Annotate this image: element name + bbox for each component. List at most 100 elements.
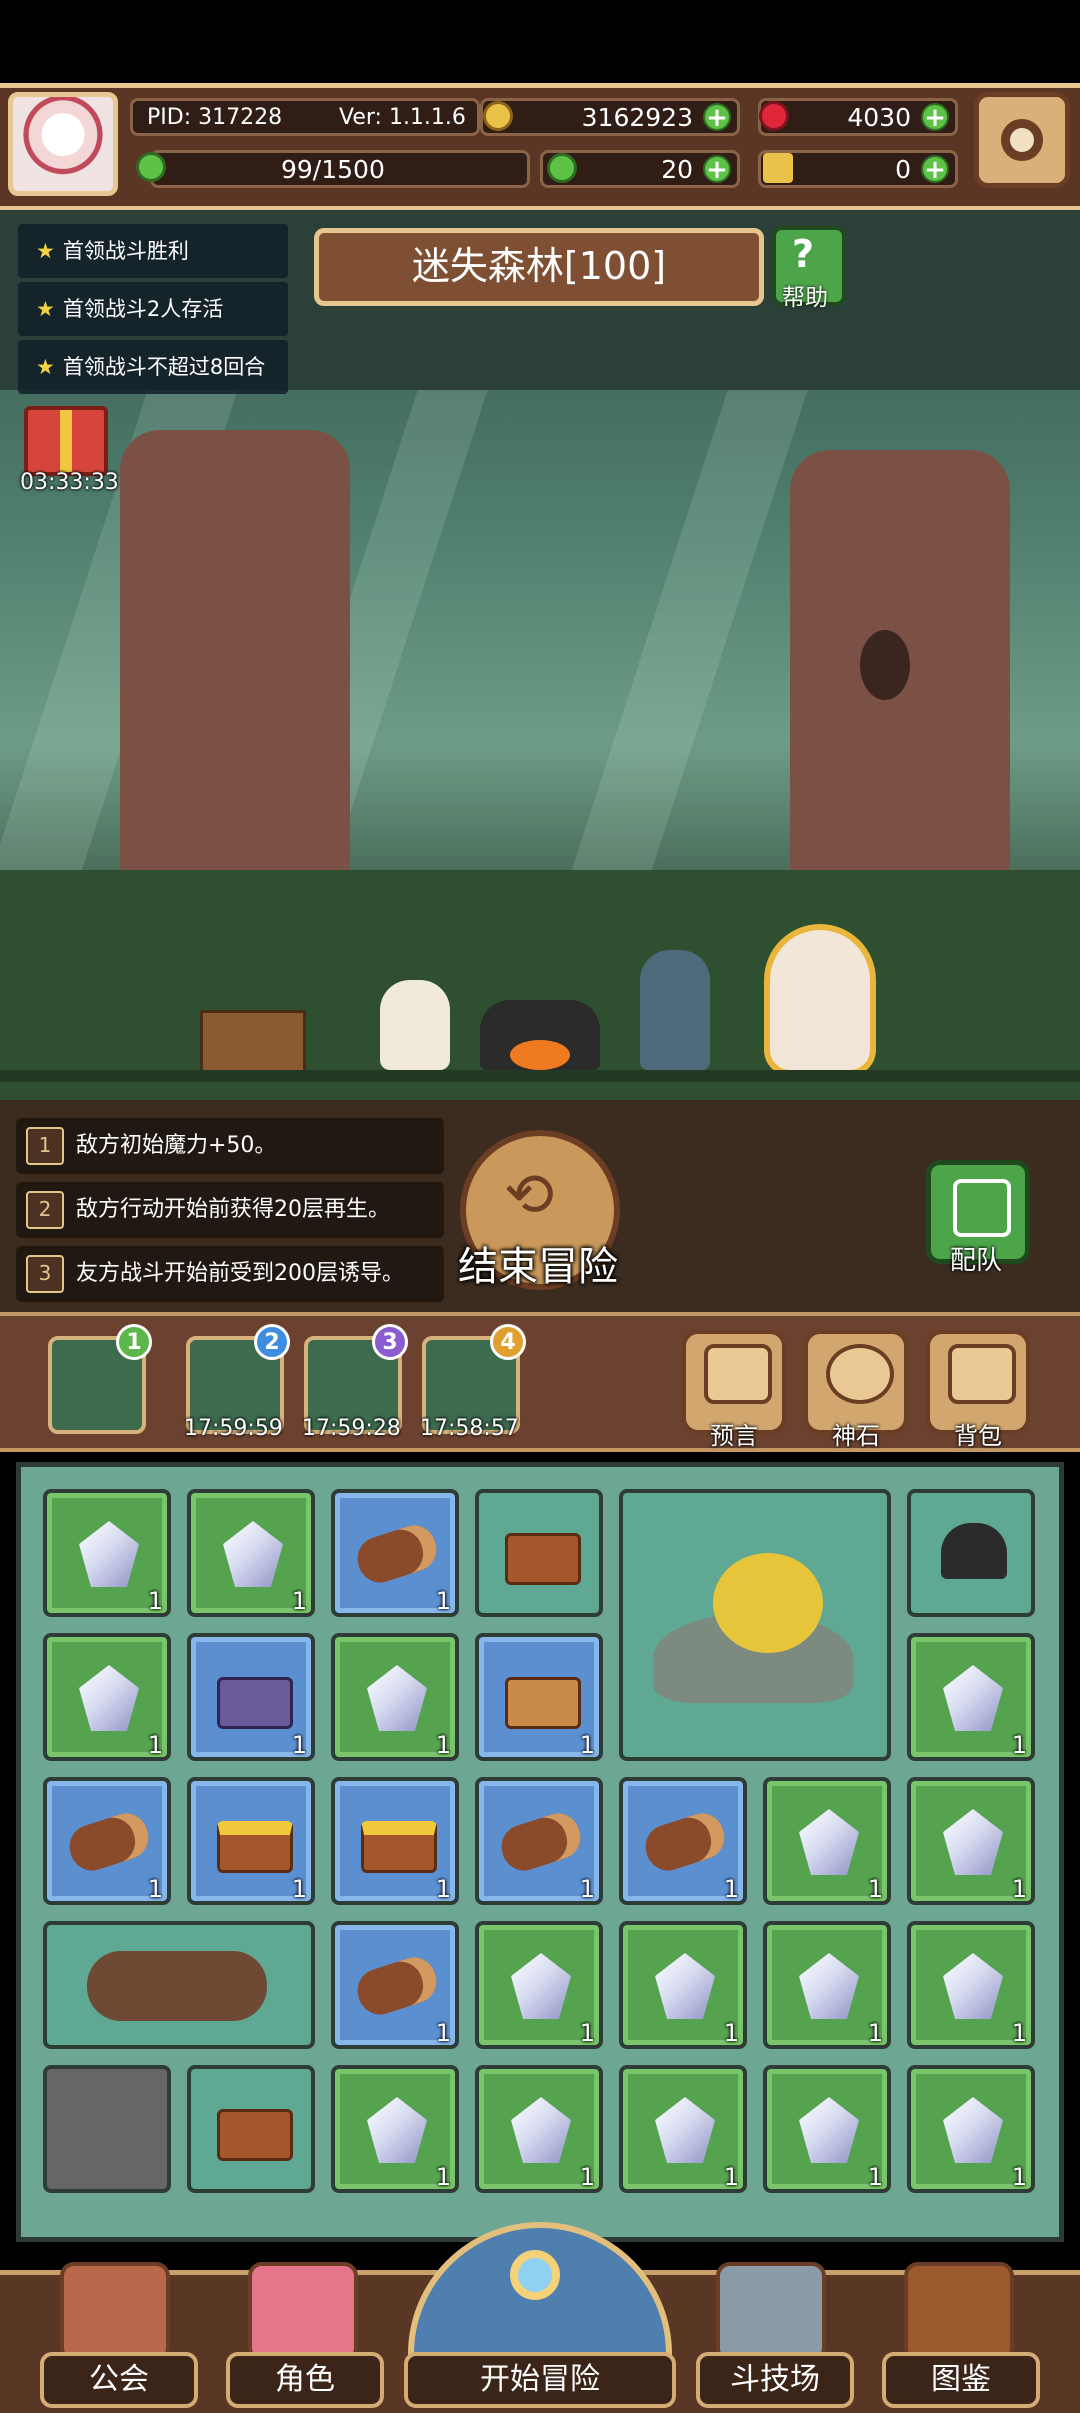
inventory-cell-wide[interactable] bbox=[43, 1921, 315, 2049]
inventory-cell[interactable]: 1 bbox=[475, 1921, 603, 2049]
clover-icon bbox=[547, 153, 577, 183]
help-label: 帮助 bbox=[782, 285, 828, 311]
inventory-cell[interactable]: 1 bbox=[763, 2065, 891, 2193]
item-quantity: 1 bbox=[723, 1875, 739, 1903]
wood-log-icon bbox=[639, 1807, 731, 1877]
inventory-cell[interactable]: 1 bbox=[331, 1777, 459, 1905]
effect-text: 敌方行动开始前获得20层再生。 bbox=[76, 1197, 390, 1222]
inventory-cell[interactable]: 1 bbox=[475, 2065, 603, 2193]
item-quantity: 1 bbox=[1011, 1875, 1027, 1903]
item-quantity: 1 bbox=[723, 2163, 739, 2191]
nav-label: 图鉴 bbox=[931, 2362, 991, 2397]
help-button[interactable]: ? 帮助 bbox=[772, 226, 846, 311]
crystal-icon bbox=[367, 1665, 427, 1731]
add-gold-plus-icon[interactable]: + bbox=[703, 103, 731, 131]
team-icon bbox=[953, 1179, 1011, 1237]
stage-title: 迷失森林[100] bbox=[411, 244, 667, 288]
add-gem-plus-icon[interactable]: + bbox=[921, 103, 949, 131]
inventory-cell[interactable]: 1 bbox=[763, 1921, 891, 2049]
ground-line bbox=[0, 1070, 1080, 1082]
crystal-icon bbox=[799, 1809, 859, 1875]
character-icon bbox=[248, 2262, 358, 2362]
effect-number: 3 bbox=[26, 1255, 64, 1293]
slot-number-badge: 4 bbox=[490, 1324, 526, 1360]
effect-row: 3 友方战斗开始前受到200层诱导。 bbox=[16, 1246, 444, 1302]
mission-item: ★ 首领战斗胜利 bbox=[18, 224, 288, 278]
wood-log-icon bbox=[63, 1807, 155, 1877]
player-avatar[interactable] bbox=[8, 92, 118, 196]
crystal-icon bbox=[79, 1521, 139, 1587]
inventory-cell[interactable]: 1 bbox=[187, 1633, 315, 1761]
inventory-cell[interactable]: 1 bbox=[619, 1921, 747, 2049]
inventory-cell[interactable]: 1 bbox=[475, 1633, 603, 1761]
inventory-cell[interactable]: 1 bbox=[475, 1777, 603, 1905]
slot-timer: 17:59:28 bbox=[302, 1416, 401, 1441]
inventory-cell-large[interactable] bbox=[619, 1489, 891, 1761]
inventory-cell[interactable]: 1 bbox=[907, 1633, 1035, 1761]
crossed-swords-icon bbox=[716, 2262, 826, 2362]
crystal-icon bbox=[799, 2097, 859, 2163]
inventory-cell[interactable]: 1 bbox=[907, 1777, 1035, 1905]
inventory-cell[interactable]: 1 bbox=[43, 1777, 171, 1905]
nav-start-adventure-button[interactable]: 开始冒险 bbox=[404, 2352, 676, 2408]
nav-codex-button[interactable]: 图鉴 bbox=[882, 2352, 1040, 2408]
crystal-icon bbox=[943, 1953, 1003, 2019]
key-amount: 0 bbox=[895, 155, 911, 184]
inventory-cell[interactable]: 1 bbox=[187, 1777, 315, 1905]
info-pill: PID: 317228 Ver: 1.1.1.6 bbox=[130, 98, 480, 136]
magnifier-lens bbox=[510, 2250, 560, 2300]
mission-text: 首领战斗胜利 bbox=[62, 239, 189, 263]
gem-pill: 4030 + bbox=[758, 98, 958, 136]
item-quantity: 1 bbox=[579, 1731, 595, 1759]
gear-icon bbox=[1001, 119, 1043, 161]
inventory-cell[interactable]: 1 bbox=[331, 2065, 459, 2193]
inventory-cell[interactable]: 1 bbox=[907, 2065, 1035, 2193]
effect-text: 敌方初始魔力+50。 bbox=[76, 1133, 277, 1158]
item-quantity: 1 bbox=[291, 1587, 307, 1615]
crystal-icon bbox=[943, 1665, 1003, 1731]
item-quantity: 1 bbox=[435, 2163, 451, 2191]
gift-ribbon bbox=[60, 410, 72, 472]
effect-number: 1 bbox=[26, 1127, 64, 1165]
pid-text: PID: 317228 bbox=[147, 105, 283, 130]
inventory-cell[interactable]: 1 bbox=[619, 1777, 747, 1905]
inventory-cell[interactable]: 1 bbox=[331, 1489, 459, 1617]
crystal-icon bbox=[799, 1953, 859, 2019]
guild-icon bbox=[60, 2262, 170, 2362]
gift-box-icon[interactable] bbox=[24, 406, 108, 476]
nav-guild-button[interactable]: 公会 bbox=[40, 2352, 198, 2408]
crystal-ball-icon bbox=[704, 1344, 772, 1404]
inventory-cell[interactable]: 1 bbox=[43, 1633, 171, 1761]
inventory-cell[interactable] bbox=[187, 2065, 315, 2193]
inventory-cell[interactable]: 1 bbox=[763, 1777, 891, 1905]
inventory-cell[interactable]: 1 bbox=[619, 2065, 747, 2193]
add-clover-plus-icon[interactable]: + bbox=[703, 155, 731, 183]
top-status-bar: PID: 317228 Ver: 1.1.1.6 3162923 + 4030 … bbox=[0, 83, 1080, 211]
item-quantity: 1 bbox=[1011, 2019, 1027, 2047]
crystal-icon bbox=[511, 1953, 571, 2019]
inventory-cell[interactable] bbox=[475, 1489, 603, 1617]
prophecy-label: 预言 bbox=[710, 1422, 758, 1450]
wood-log-icon bbox=[351, 1951, 443, 2021]
inventory-cell[interactable] bbox=[907, 1489, 1035, 1617]
gold-amount: 3162923 bbox=[581, 103, 693, 132]
inventory-cell[interactable]: 1 bbox=[907, 1921, 1035, 2049]
slot-timer: 17:58:57 bbox=[420, 1416, 519, 1441]
stamina-text: 99/1500 bbox=[281, 155, 385, 184]
chest-icon bbox=[217, 2109, 293, 2161]
item-quantity: 1 bbox=[867, 2019, 883, 2047]
nav-arena-button[interactable]: 斗技场 bbox=[696, 2352, 854, 2408]
stone-icon bbox=[826, 1344, 894, 1404]
inventory-cell[interactable]: 1 bbox=[187, 1489, 315, 1617]
inventory-cell[interactable]: 1 bbox=[331, 1633, 459, 1761]
wood-log-icon bbox=[495, 1807, 587, 1877]
inventory-cell[interactable]: 1 bbox=[43, 1489, 171, 1617]
add-key-plus-icon[interactable]: + bbox=[921, 155, 949, 183]
inventory-cell[interactable]: 1 bbox=[331, 1921, 459, 2049]
item-quantity: 1 bbox=[147, 1875, 163, 1903]
settings-button[interactable] bbox=[974, 92, 1070, 188]
nav-character-button[interactable]: 角色 bbox=[226, 2352, 384, 2408]
clover-amount: 20 bbox=[661, 155, 693, 184]
campfire-flame bbox=[510, 1040, 570, 1070]
item-quantity: 1 bbox=[1011, 2163, 1027, 2191]
